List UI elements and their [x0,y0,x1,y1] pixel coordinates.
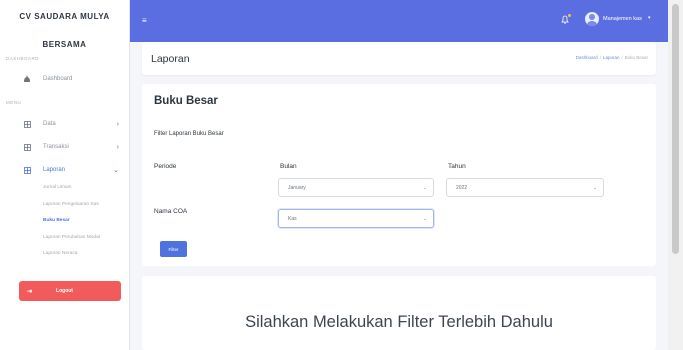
coa-select-value: Kas [288,215,297,222]
page-title: Laporan [151,53,190,65]
brand: CV SAUDARA MULYA BERSAMA [0,0,129,49]
sidebar-subitem-jurnal-umum[interactable]: Jurnal Umum [43,185,72,190]
result-card: Silahkan Melakukan Filter Terlebih Dahul… [142,276,656,350]
chevron-down-icon: ⌄ [422,215,427,222]
sidebar-subitem-laporan-perubahan-modal[interactable]: Laporan Perubahan Modal [43,235,100,240]
chevron-down-icon: ⌄ [113,167,119,174]
grid-icon [23,166,31,174]
sidebar-subitem-buku-besar[interactable]: Buku Besar [43,218,70,223]
sidebar-subitem-laporan-pengeluaran-kas[interactable]: Laporan Pengeluaran Kas [43,202,99,207]
sidebar-item-label: Laporan [43,167,66,173]
breadcrumb-parent[interactable]: Laporan [603,55,620,60]
menu-toggle-icon[interactable]: ≡ [142,16,147,25]
periode-label: Periode [154,163,177,170]
brand-name-line2: BERSAMA [42,40,87,49]
breadcrumb-home[interactable]: Dashboard [576,55,598,60]
user-name[interactable]: Manajemen kas [603,16,642,22]
bulan-label: Bulan [280,163,297,170]
page-header: Laporan Dashboard / Laporan / Buku Besar [142,42,656,75]
chevron-right-icon: › [116,120,119,128]
sidebar-item-laporan[interactable]: Laporan ⌄ [0,163,130,177]
breadcrumb-current: Buku Besar [624,55,648,60]
sidebar-item-label: Dashboard [43,76,73,82]
scrollbar-thumb[interactable] [672,4,679,254]
coa-select[interactable]: Kas ⌄ [278,209,434,228]
chevron-down-icon: ⌄ [592,184,597,191]
tahun-label: Tahun [448,163,466,170]
dashboard-icon [23,75,31,83]
brand-name-line1: CV SAUDARA MULYA [19,12,110,21]
chevron-right-icon: › [116,143,119,151]
filter-card: Buku Besar Filter Laporan Buku Besar Per… [142,84,656,266]
chevron-down-icon: ⌄ [422,184,427,191]
sidebar-item-data[interactable]: Data › [0,117,130,131]
breadcrumb-separator: / [599,55,601,60]
grid-icon [23,120,31,128]
bulan-select[interactable]: January ⌄ [278,178,434,197]
logout-label: Logout [56,288,73,294]
sidebar-item-dashboard[interactable]: Dashboard [0,72,130,86]
avatar[interactable] [585,12,599,26]
notification-dot [568,14,571,17]
breadcrumb: Dashboard / Laporan / Buku Besar [576,55,648,60]
section-label-dashboard: DASHBOARD [6,56,40,61]
empty-state-message: Silahkan Melakukan Filter Terlebih Dahul… [245,313,553,331]
card-title: Buku Besar [154,95,218,107]
caret-down-icon[interactable]: ▾ [648,15,651,21]
sidebar: CV SAUDARA MULYA BERSAMA DASHBOARD Dashb… [0,0,130,350]
tahun-select[interactable]: 2022 ⌄ [446,178,604,197]
nama-coa-label: Nama COA [154,208,188,215]
sidebar-subitem-laporan-neraca[interactable]: Laporan Neraca [43,251,77,256]
logout-button[interactable]: ⇥ Logout [19,281,121,301]
filter-button[interactable]: Filter [160,241,187,257]
breadcrumb-separator: / [621,55,623,60]
sidebar-item-label: Data [43,121,56,127]
tahun-select-value: 2022 [456,184,468,191]
grid-icon [23,143,31,151]
logout-icon: ⇥ [27,288,33,295]
section-label-menu: MENU [6,100,22,105]
sidebar-item-transaksi[interactable]: Transaksi › [0,140,130,154]
sidebar-item-label: Transaksi [43,144,69,150]
bulan-select-value: January [288,184,306,191]
topbar: ≡ Manajemen kas ▾ [130,0,668,42]
filter-section-title: Filter Laporan Buku Besar [154,131,224,137]
